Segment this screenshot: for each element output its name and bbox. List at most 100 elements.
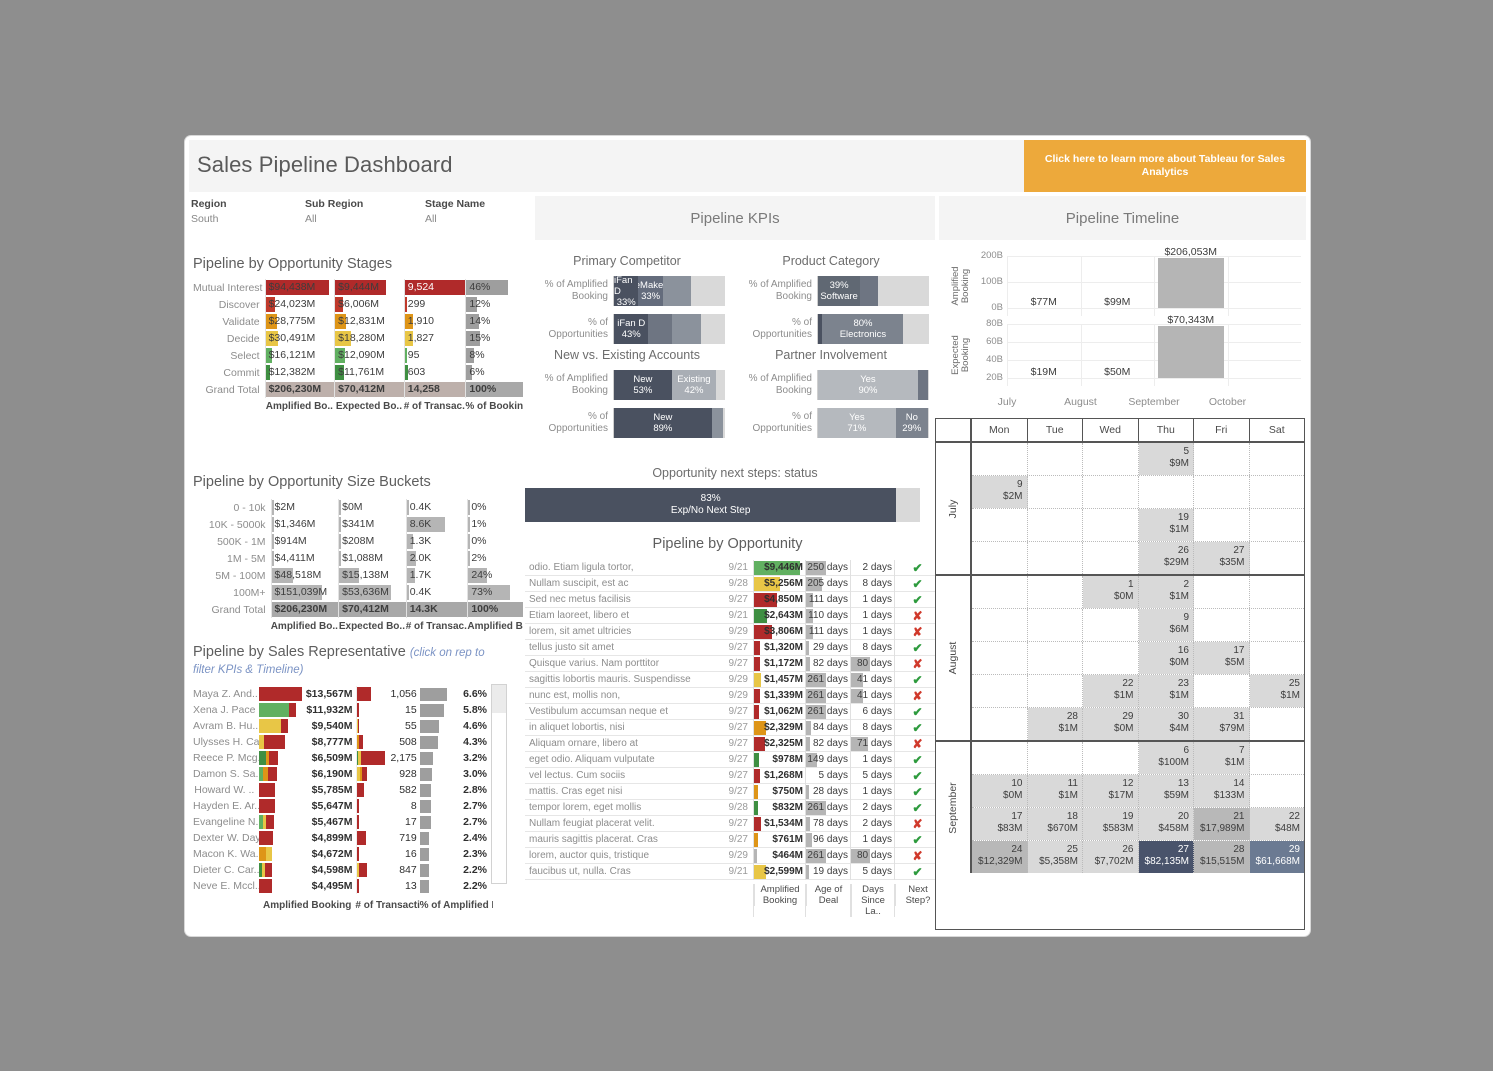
rep-name[interactable]: Macon K. Wa.. xyxy=(193,848,259,860)
rep-name[interactable]: Ulysses H. Ca.. xyxy=(193,736,259,748)
kpi-row[interactable]: % of Opportunities iFan D 43% xyxy=(529,314,725,344)
table-row[interactable]: Grand Total $206,230M $70,412M 14,258 100% xyxy=(193,381,523,398)
calendar-cell[interactable]: 1 $0M xyxy=(1083,576,1139,608)
opportunity-row[interactable]: Aliquam ornare, libero at 9/27 $2,325M 82 d… xyxy=(525,735,940,752)
calendar-cell[interactable]: 16 $0M xyxy=(1138,642,1194,674)
opportunity-table[interactable]: odio. Etiam ligula tortor, 9/21 $9,446M 250… xyxy=(525,559,940,917)
table-row[interactable]: Decide $30,491M $18,280M 1,827 15% xyxy=(193,330,523,347)
calendar-cell[interactable]: 29 $0M xyxy=(1083,708,1139,740)
table-row[interactable]: Mutual Interest $94,438M $9,444M 9,524 46% xyxy=(193,279,523,296)
opportunity-row[interactable]: nunc est, mollis non, 9/29 $1,339M 261 days… xyxy=(525,687,940,704)
table-row[interactable]: 0 - 10k $2M $0M 0.4K 0% xyxy=(193,499,523,516)
opportunity-row[interactable]: faucibus ut, nulla. Cras 9/21 $2,599M 19 da… xyxy=(525,863,940,880)
reps-table[interactable]: Maya Z. And.. $13,567M 1,056 6.6% Xena J. Pa… xyxy=(193,686,493,912)
calendar-cell[interactable]: 24 $12,329M xyxy=(972,841,1028,873)
kpi-segment[interactable] xyxy=(671,314,701,344)
rep-name[interactable]: Damon S. Sa.. xyxy=(193,768,259,780)
calendar-cell[interactable]: 5 $9M xyxy=(1138,443,1194,475)
rep-row[interactable]: Maya Z. And.. $13,567M 1,056 6.6% xyxy=(193,686,493,702)
opportunity-row[interactable]: Sed nec metus facilisis 9/27 $4,850M 111 da… xyxy=(525,591,940,608)
rep-name[interactable]: Reece P. Mcg.. xyxy=(193,752,259,764)
kpi-row[interactable]: % of Opportunities Yes 71% No 29% xyxy=(733,408,929,438)
rep-name[interactable]: Evangeline N.. xyxy=(193,816,259,828)
opportunity-row[interactable]: mauris sagittis placerat. Cras 9/27 $761M 9… xyxy=(525,831,940,848)
calendar-cell[interactable]: 12 $17M xyxy=(1083,775,1139,807)
rep-row[interactable]: Howard W. .. $5,785M 582 2.8% xyxy=(193,782,493,798)
kpi-row[interactable]: % of Amplified Booking New 53% Existing 42% xyxy=(529,370,725,400)
calendar-cell[interactable]: 22 $1M xyxy=(1083,675,1139,707)
table-row[interactable]: 10K - 5000k $1,346M $341M 8.6K 1% xyxy=(193,516,523,533)
calendar-cell[interactable]: 28 $1M xyxy=(1027,708,1083,740)
rep-name[interactable]: Dexter W. Day xyxy=(193,832,259,844)
calendar-cell[interactable]: 13 $59M xyxy=(1138,775,1194,807)
rep-row[interactable]: Neve E. Mccl.. $4,495M 13 2.2% xyxy=(193,878,493,894)
kpi-segment[interactable]: Yes 90% xyxy=(818,370,918,400)
calendar-cell[interactable]: 19 $583M xyxy=(1083,808,1139,840)
kpi-segment[interactable]: Yes 71% xyxy=(818,408,896,438)
calendar-heatmap[interactable]: Mon Tue Wed Thu Fri Sat July 5 $9M 9 $2M 19 $1M 26 $29… xyxy=(935,418,1305,930)
next-steps-fill[interactable]: 83% Exp/No Next Step xyxy=(525,488,897,522)
opportunity-row[interactable]: Etiam laoreet, libero et 9/21 $2,643M 110 d… xyxy=(525,607,940,624)
opportunity-row[interactable]: tellus justo sit amet 9/27 $1,320M 29 days 8… xyxy=(525,639,940,656)
calendar-cell[interactable]: 10 $0M xyxy=(972,775,1028,807)
reps-scrollbar[interactable] xyxy=(491,684,507,884)
kpi-segment[interactable] xyxy=(662,276,691,306)
opportunity-row[interactable]: lorem, auctor quis, tristique 9/29 $464M 26… xyxy=(525,847,940,864)
kpi-segment[interactable] xyxy=(917,370,928,400)
opportunity-row[interactable]: in aliquet lobortis, nisi 9/27 $2,329M 84 d… xyxy=(525,719,940,736)
kpi-segment[interactable]: New 53% xyxy=(614,370,672,400)
next-steps-bar[interactable]: 83% Exp/No Next Step xyxy=(525,488,920,522)
calendar-cell[interactable]: 29 $61,668M xyxy=(1249,841,1304,873)
kpi-segment[interactable]: eMaker33% xyxy=(638,276,663,306)
rep-row[interactable]: Damon S. Sa.. $6,190M 928 3.0% xyxy=(193,766,493,782)
calendar-cell[interactable]: 22 $48M xyxy=(1249,808,1304,840)
table-row[interactable]: 5M - 100M $48,518M $15,138M 1.7K 24% xyxy=(193,567,523,584)
kpi-row[interactable]: % of Opportunities 80% Electronics xyxy=(733,314,929,344)
calendar-cell[interactable]: 9 $6M xyxy=(1138,609,1194,641)
opportunity-row[interactable]: Nullam feugiat placerat velit. 9/27 $1,534… xyxy=(525,815,940,832)
table-row[interactable]: 100M+ $151,039M $53,636M 0.4K 73% xyxy=(193,584,523,601)
rep-name[interactable]: Howard W. .. xyxy=(193,784,259,796)
calendar-cell[interactable]: 27 $35M xyxy=(1194,542,1250,574)
kpi-row[interactable]: % of AmplifiedBookingiFan D33%eMaker33% xyxy=(529,276,725,306)
calendar-cell[interactable]: 26 $7,702M xyxy=(1083,841,1139,873)
calendar-cell[interactable]: 21 $17,989M xyxy=(1194,808,1250,840)
table-row[interactable]: Discover $24,023M $6,006M 299 12% xyxy=(193,296,523,313)
calendar-cell[interactable]: 20 $458M xyxy=(1138,808,1194,840)
rep-row[interactable]: Ulysses H. Ca.. $8,777M 508 4.3% xyxy=(193,734,493,750)
kpi-segment[interactable]: iFan D 43% xyxy=(614,314,649,344)
opportunity-row[interactable]: vel lectus. Cum sociis 9/27 $1,268M 5 days 5… xyxy=(525,767,940,784)
opportunity-row[interactable]: mattis. Cras eget nisi 9/27 $750M 28 days 1 … xyxy=(525,783,940,800)
rep-row[interactable]: Xena J. Pace $11,932M 15 5.8% xyxy=(193,702,493,718)
filter-stage-name[interactable]: Stage Name All xyxy=(425,198,485,225)
rep-name[interactable]: Avram B. Hu.. xyxy=(193,720,259,732)
calendar-cell[interactable]: 17 $83M xyxy=(972,808,1028,840)
table-row[interactable]: Select $16,121M $12,090M 95 8% xyxy=(193,347,523,364)
opportunity-row[interactable]: tempor lorem, eget mollis 9/28 $832M 261 da… xyxy=(525,799,940,816)
rep-name[interactable]: Dieter C. Car.. xyxy=(193,864,259,876)
calendar-cell[interactable]: 9 $2M xyxy=(972,476,1028,508)
timeline-bar[interactable] xyxy=(1158,258,1224,308)
rep-name[interactable]: Hayden E. Ar.. xyxy=(193,800,259,812)
rep-row[interactable]: Avram B. Hu.. $9,540M 55 4.6% xyxy=(193,718,493,734)
calendar-cell[interactable]: 25 $5,358M xyxy=(1027,841,1083,873)
filter-region[interactable]: Region South xyxy=(191,198,227,225)
opportunity-row[interactable]: lorem, sit amet ultricies 9/29 $3,806M 111 … xyxy=(525,623,940,640)
kpi-segment[interactable]: No 29% xyxy=(895,408,928,438)
kpi-segment[interactable] xyxy=(860,276,878,306)
opportunity-row[interactable]: Nullam suscipit, est ac 9/28 $5,256M 205 da… xyxy=(525,575,940,592)
kpi-segment[interactable]: New 89% xyxy=(614,408,712,438)
opportunity-row[interactable]: odio. Etiam ligula tortor, 9/21 $9,446M 250… xyxy=(525,559,940,576)
kpi-row[interactable]: % of Amplified Booking Yes 90% xyxy=(733,370,929,400)
rep-row[interactable]: Macon K. Wa.. $4,672M 16 2.3% xyxy=(193,846,493,862)
stages-table[interactable]: Mutual Interest $94,438M $9,444M 9,524 46% Di… xyxy=(193,279,523,412)
calendar-cell[interactable]: 19 $1M xyxy=(1138,509,1194,541)
calendar-cell[interactable]: 7 $1M xyxy=(1194,742,1250,774)
rep-row[interactable]: Dexter W. Day $4,899M 719 2.4% xyxy=(193,830,493,846)
kpi-segment[interactable]: 39% Software xyxy=(818,276,861,306)
calendar-cell[interactable]: 31 $79M xyxy=(1194,708,1250,740)
kpi-row[interactable]: % of Opportunities New 89% xyxy=(529,408,725,438)
table-row[interactable]: Commit $12,382M $11,761M 603 6% xyxy=(193,364,523,381)
calendar-cell[interactable]: 28 $15,515M xyxy=(1194,841,1250,873)
opportunity-row[interactable]: Vestibulum accumsan neque et 9/27 $1,062M 2… xyxy=(525,703,940,720)
